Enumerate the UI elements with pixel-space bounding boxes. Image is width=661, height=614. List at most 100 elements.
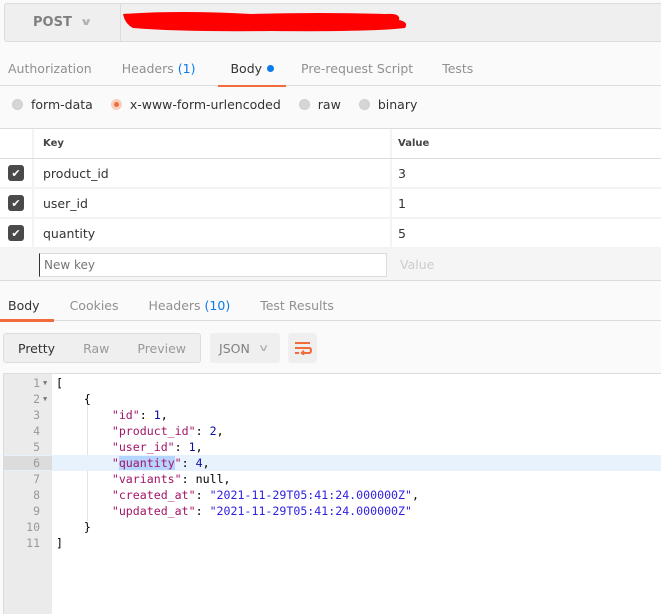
url-bar: POST ∨ (4, 3, 661, 42)
code-line: 10 } (4, 519, 661, 535)
fold-arrow-icon[interactable]: ▼ (40, 379, 52, 387)
wrap-lines-button[interactable] (288, 333, 318, 363)
json-key-quote: " (111, 456, 119, 470)
new-value-input[interactable]: Value (392, 249, 661, 280)
json-key: "updated_at" (111, 504, 196, 518)
new-key-input[interactable] (39, 252, 387, 277)
code-line: 11 ] (4, 535, 661, 551)
format-select[interactable]: JSON ∨ (210, 333, 281, 363)
param-value[interactable]: 1 (392, 189, 661, 217)
tab-label: Authorization (8, 60, 92, 76)
bracket: } (83, 520, 91, 534)
check-cell: ✔ (0, 219, 34, 247)
checkbox-checked-icon[interactable]: ✔ (8, 225, 24, 241)
line-number: 9 (33, 504, 40, 518)
line-number: 2 (33, 392, 40, 406)
tab-tests[interactable]: Tests (442, 50, 473, 86)
json-value: 4 (195, 456, 203, 470)
fold-arrow-icon[interactable]: ▼ (40, 395, 52, 403)
code-text: "quantity": 4, (111, 456, 210, 470)
header-check-cell (0, 129, 34, 158)
radio-label: form-data (31, 96, 93, 112)
tab-label: Body (8, 297, 40, 313)
line-number: 1 (33, 376, 40, 390)
check-cell (0, 249, 34, 280)
param-key[interactable]: product_id (34, 159, 392, 187)
line-number: 7 (33, 472, 40, 486)
radio-label: x-www-form-urlencoded (129, 96, 281, 112)
line-number: 11 (26, 536, 40, 550)
tab-headers[interactable]: Headers (1) (122, 50, 196, 86)
response-tab-test-results[interactable]: Test Results (260, 289, 334, 321)
code-text: { (56, 392, 91, 406)
tab-label: Test Results (260, 297, 334, 313)
json-key: "user_id" (111, 440, 175, 454)
tab-pre-request-script[interactable]: Pre-request Script (301, 50, 413, 86)
chevron-down-icon: ∨ (79, 17, 93, 28)
param-value[interactable]: 5 (392, 219, 661, 247)
tab-body[interactable]: Body (218, 50, 286, 87)
response-tab-cookies[interactable]: Cookies (70, 289, 119, 321)
code-line-highlighted: 6 "quantity": 4, (4, 455, 661, 471)
code-text: "user_id": 1, (111, 440, 203, 454)
response-tabs: Body Cookies Headers (10) Test Results (0, 289, 661, 322)
code-line: 3 "id": 1, (4, 407, 661, 423)
redaction-mark (123, 12, 407, 32)
param-key[interactable]: user_id (34, 189, 392, 217)
method-select[interactable]: POST ∨ (5, 4, 121, 41)
radio-raw[interactable]: raw (298, 96, 341, 112)
json-value: 2 (209, 424, 217, 438)
comma: , (160, 408, 168, 422)
code-line: 4 "product_id": 2, (4, 423, 661, 439)
view-mode-group: Pretty Raw Preview (3, 333, 202, 363)
line-number: 5 (33, 440, 40, 454)
line-number: 6 (4, 456, 52, 470)
code-line: 8 "created_at": "2021-11-29T05:41:24.000… (4, 487, 661, 503)
params-table: Key Value ✔ product_id 3 ✔ user_id 1 ✔ q… (0, 128, 661, 281)
table-row: ✔ quantity 5 (0, 219, 661, 249)
response-tab-headers[interactable]: Headers (10) (149, 289, 231, 321)
tab-label: Headers (121, 60, 174, 76)
selected-text: quantity (118, 456, 175, 470)
json-key: "created_at" (111, 488, 196, 502)
radio-icon (298, 98, 310, 110)
check-cell: ✔ (0, 159, 34, 187)
json-key: "product_id" (111, 424, 196, 438)
json-key: "variants" (111, 472, 182, 486)
json-value: "2021-11-29T05:41:24.000000Z" (209, 488, 412, 502)
code-line: 7 "variants": null, (4, 471, 661, 487)
code-line: 9 "updated_at": "2021-11-29T05:41:24.000… (4, 503, 661, 519)
tab-label: Tests (442, 60, 474, 76)
table-row: ✔ product_id 3 (0, 159, 661, 189)
code-text: [ (56, 376, 63, 390)
headers-count-badge: (10) (204, 297, 231, 313)
view-preview-button[interactable]: Preview (123, 334, 200, 362)
checkbox-checked-icon[interactable]: ✔ (8, 195, 24, 211)
response-editor[interactable]: 1 ▼ [ 2 ▼ { 3 "id": 1, 4 "product_id": 2… (3, 373, 661, 614)
view-pretty-button[interactable]: Pretty (4, 334, 69, 362)
radio-form-data[interactable]: form-data (12, 97, 93, 112)
modified-dot-icon (267, 64, 275, 72)
checkbox-checked-icon[interactable]: ✔ (8, 165, 24, 181)
code-line: 2 ▼ { (4, 391, 661, 407)
radio-icon (358, 98, 370, 110)
comma: , (216, 424, 224, 438)
radio-x-www-form-urlencoded[interactable]: x-www-form-urlencoded (110, 96, 281, 112)
radio-label: raw (317, 96, 341, 112)
line-number: 4 (33, 424, 40, 438)
radio-selected-icon (110, 98, 122, 110)
new-key-cell (34, 249, 392, 280)
view-raw-button[interactable]: Raw (69, 334, 123, 362)
bracket: { (83, 392, 91, 406)
response-toolbar: Pretty Raw Preview JSON ∨ (3, 333, 318, 363)
response-tab-body[interactable]: Body (0, 289, 53, 322)
url-input[interactable] (121, 4, 661, 41)
code-text: "variants": null, (111, 472, 231, 486)
radio-binary[interactable]: binary (358, 97, 417, 112)
tab-authorization[interactable]: Authorization (8, 50, 92, 86)
param-value[interactable]: 3 (392, 159, 661, 187)
param-key[interactable]: quantity (34, 219, 392, 247)
comma: , (195, 440, 203, 454)
bracket: ] (56, 536, 63, 550)
radio-icon (12, 98, 23, 110)
